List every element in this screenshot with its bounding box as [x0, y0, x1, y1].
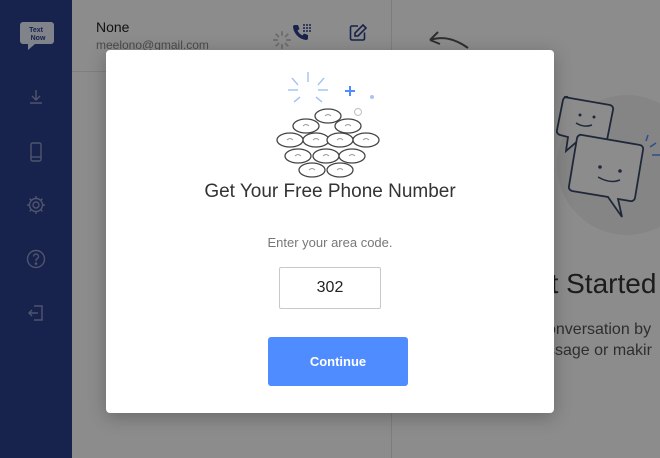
modal-title: Get Your Free Phone Number	[204, 181, 456, 202]
phone-number-modal: Get Your Free Phone Number Enter your ar…	[106, 50, 554, 413]
area-code-prompt: Enter your area code.	[267, 235, 393, 250]
coins-illustration	[276, 72, 380, 178]
area-code-input[interactable]	[279, 267, 381, 309]
continue-button[interactable]: Continue	[268, 337, 408, 386]
